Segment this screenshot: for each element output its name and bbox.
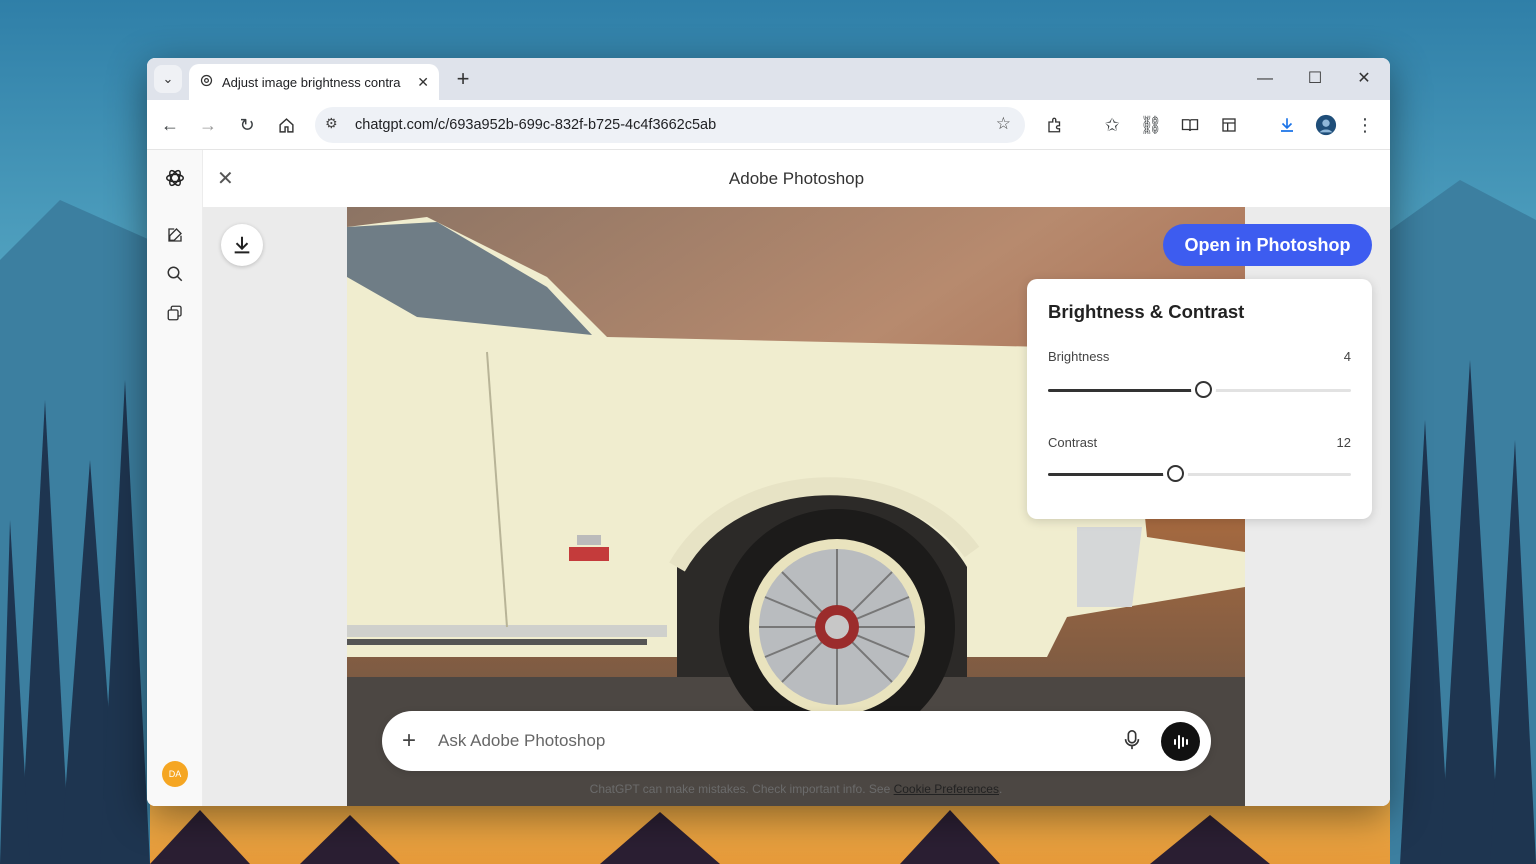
reading-mode-icon[interactable] <box>1177 112 1203 138</box>
open-in-photoshop-button[interactable]: Open in Photoshop <box>1163 224 1372 266</box>
extensions-icon[interactable] <box>1042 112 1068 138</box>
window-close-button[interactable]: ✕ <box>1344 64 1384 94</box>
brightness-thumb[interactable] <box>1194 381 1212 398</box>
disclaimer-end: . <box>998 782 1003 796</box>
forward-icon[interactable]: → <box>195 112 221 138</box>
contrast-slider-row: Contrast 12 <box>1048 435 1351 521</box>
brightness-fill <box>1048 389 1203 392</box>
maximize-button[interactable]: ☐ <box>1295 64 1335 94</box>
site-info-icon[interactable]: ⚙ <box>325 115 338 132</box>
contrast-label: Contrast <box>1048 435 1098 450</box>
contrast-value: 12 <box>1336 435 1351 450</box>
tab-close-icon[interactable]: ✕ <box>417 74 429 91</box>
contrast-slider[interactable] <box>1048 465 1351 482</box>
bookmark-star-icon[interactable]: ☆ <box>996 114 1011 134</box>
download-icon <box>234 236 250 254</box>
brightness-contrast-panel: Brightness & Contrast Brightness 4 Contr… <box>1027 279 1372 519</box>
cookie-preferences-link[interactable]: Cookie Preferences <box>894 782 999 796</box>
new-tab-button[interactable]: + <box>451 66 475 92</box>
tab-search-chevron-icon[interactable]: ⌄ <box>154 65 182 93</box>
left-sidebar: DA <box>147 150 203 806</box>
microphone-icon[interactable] <box>1124 729 1140 756</box>
panel-title: Brightness & Contrast <box>1048 301 1245 322</box>
brightness-value: 4 <box>1343 349 1351 364</box>
more-menu-icon[interactable]: ⋮ <box>1352 112 1378 138</box>
chatgpt-page: DA ✕ Adobe Photoshop Open in Photoshop B… <box>147 150 1390 806</box>
voice-mode-button[interactable] <box>1161 722 1200 761</box>
contrast-fill <box>1048 473 1176 476</box>
add-attachment-icon[interactable]: + <box>402 727 416 755</box>
disclaimer-text: ChatGPT can make mistakes. Check importa… <box>589 782 891 796</box>
new-chat-icon[interactable] <box>163 223 187 247</box>
prompt-input[interactable] <box>438 725 1098 757</box>
url-text: chatgpt.com/c/693a952b-699c-832f-b725-4c… <box>355 117 717 133</box>
contrast-thumb[interactable] <box>1167 465 1185 482</box>
browser-window: ⌄ Adjust image brightness contra ✕ + — ☐… <box>147 58 1390 806</box>
downloads-icon[interactable] <box>1274 112 1300 138</box>
favorites-icon[interactable]: ✩ <box>1099 112 1125 138</box>
back-icon[interactable]: ← <box>157 112 183 138</box>
brightness-label: Brightness <box>1048 349 1110 364</box>
tab-title: Adjust image brightness contra <box>222 74 401 90</box>
side-panel-icon[interactable] <box>1216 112 1242 138</box>
home-icon[interactable] <box>273 112 299 138</box>
voice-waveform-icon <box>1173 734 1188 749</box>
link-icon[interactable]: ⛓ <box>1138 112 1164 138</box>
brightness-slider-row: Brightness 4 <box>1048 349 1351 435</box>
search-icon[interactable] <box>163 262 187 286</box>
disclaimer: ChatGPT can make mistakes. Check importa… <box>347 782 1245 796</box>
address-bar[interactable]: ⚙ chatgpt.com/c/693a952b-699c-832f-b725-… <box>315 107 1025 143</box>
openai-favicon-icon <box>199 73 214 91</box>
browser-toolbar: ← → ↻ ⚙ chatgpt.com/c/693a952b-699c-832f… <box>147 100 1390 150</box>
app-title: Adobe Photoshop <box>728 169 865 188</box>
download-button[interactable] <box>221 224 263 266</box>
profile-avatar-icon[interactable] <box>1313 112 1339 138</box>
minimize-button[interactable]: — <box>1245 64 1285 94</box>
chatgpt-logo-icon[interactable] <box>163 166 187 190</box>
brightness-slider[interactable] <box>1048 381 1351 398</box>
tab-strip: ⌄ Adjust image brightness contra ✕ + — ☐… <box>147 58 1390 100</box>
canvas-area: Open in Photoshop Brightness & Contrast … <box>203 207 1390 806</box>
app-header: ✕ Adobe Photoshop <box>203 150 1390 207</box>
tab-active[interactable]: Adjust image brightness contra ✕ <box>189 64 439 100</box>
library-icon[interactable] <box>163 301 187 325</box>
composer: + <box>382 711 1211 771</box>
user-avatar[interactable]: DA <box>162 761 188 787</box>
reload-icon[interactable]: ↻ <box>234 112 260 138</box>
